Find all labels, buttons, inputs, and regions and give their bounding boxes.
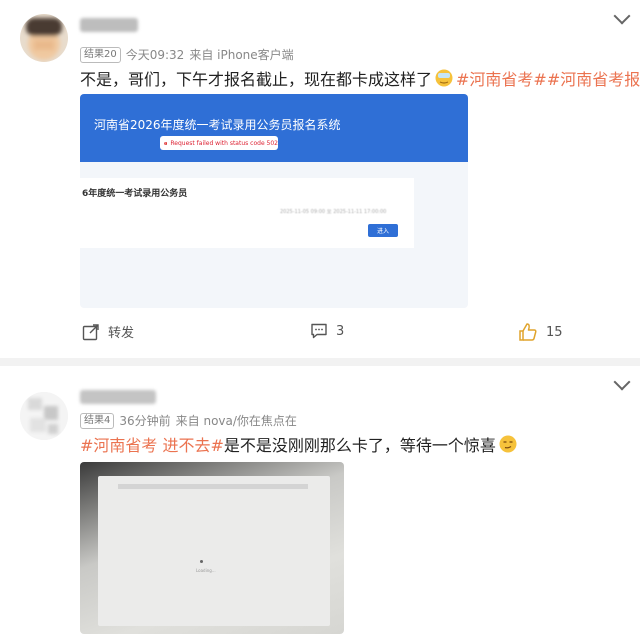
- repost-icon: [82, 323, 99, 340]
- post-meta: 结果20 今天09:32 来自 iPhone客户端: [80, 46, 294, 63]
- loading-text: Loading...: [196, 568, 216, 573]
- chevron-down-icon-2[interactable]: [613, 373, 631, 391]
- username-blurred-2[interactable]: [80, 390, 156, 404]
- repost-label: 转发: [108, 326, 135, 341]
- post-text-main-2: 是不是没刚刚那么卡了，等待一个惊喜: [223, 436, 496, 455]
- post-text: 不是，哥们，下午才报名截止，现在都卡成这样了 #河南省考# #河南省考报名#: [80, 66, 640, 90]
- repost-action[interactable]: 转发: [82, 322, 134, 341]
- like-count: 15: [546, 324, 563, 340]
- post-separator: [0, 358, 640, 366]
- browser-address-bar: [118, 484, 308, 489]
- weibo-post-1: 结果20 今天09:32 来自 iPhone客户端 不是，哥们，下午才报名截止，…: [0, 0, 640, 358]
- result-badge: 结果20: [80, 46, 121, 63]
- post-time: 今天09:32: [125, 48, 185, 62]
- error-icon: [164, 141, 168, 145]
- user-avatar[interactable]: [20, 14, 68, 62]
- facepalm-emoji-icon: [435, 69, 453, 87]
- exam-card: 6年度统一考试录用公务员 2025-11-05 09:00 至 2025-11-…: [80, 178, 414, 248]
- hashtag-henan-exam-registration[interactable]: #河南省考报名#: [547, 66, 640, 90]
- user-avatar-2[interactable]: [20, 392, 68, 440]
- post-meta-2: 结果4 36分钟前 来自 nova/你在焦点在: [80, 412, 297, 429]
- like-action[interactable]: 15: [518, 322, 563, 342]
- hashtag-henan-exam-cannot-enter[interactable]: #河南省考 进不去#: [80, 432, 224, 456]
- post-actions: 转发 3 15: [0, 322, 640, 352]
- post-image-registration-screenshot[interactable]: 河南省2026年度统一考试录用公务员报名系统 Request failed wi…: [80, 94, 468, 308]
- enter-button: 进入: [368, 224, 398, 237]
- comment-count: 3: [336, 323, 345, 339]
- registration-system-title: 河南省2026年度统一考试录用公务员报名系统: [94, 118, 341, 132]
- comment-action[interactable]: 3: [310, 322, 344, 340]
- result-badge-2: 结果4: [80, 412, 115, 429]
- error-alert: Request failed with status code 502: [160, 136, 278, 150]
- chevron-down-icon[interactable]: [613, 7, 631, 25]
- loading-spinner-icon: [200, 560, 203, 563]
- username-blurred[interactable]: [80, 18, 138, 32]
- post-source: 来自 iPhone客户端: [189, 48, 294, 62]
- post-text-2: #河南省考 进不去# 是不是没刚刚那么卡了，等待一个惊喜: [80, 432, 520, 456]
- post-source-2: 来自 nova/你在焦点在: [175, 414, 297, 428]
- error-alert-text: Request failed with status code 502: [170, 139, 278, 147]
- comment-icon: [311, 323, 327, 339]
- post-time-2: 36分钟前: [119, 414, 171, 428]
- exam-card-title: 6年度统一考试录用公务员: [82, 189, 188, 199]
- post-image-laptop-photo[interactable]: Loading...: [80, 462, 344, 634]
- exam-card-date: 2025-11-05 09:00 至 2025-11-11 17:00:00: [280, 209, 387, 215]
- post-text-main: 不是，哥们，下午才报名截止，现在都卡成这样了: [80, 70, 433, 89]
- laptop-screen: Loading...: [98, 476, 330, 626]
- hashtag-henan-exam[interactable]: #河南省考#: [456, 66, 547, 90]
- smirk-emoji-icon: [499, 435, 517, 453]
- thumbs-up-icon: [519, 323, 537, 341]
